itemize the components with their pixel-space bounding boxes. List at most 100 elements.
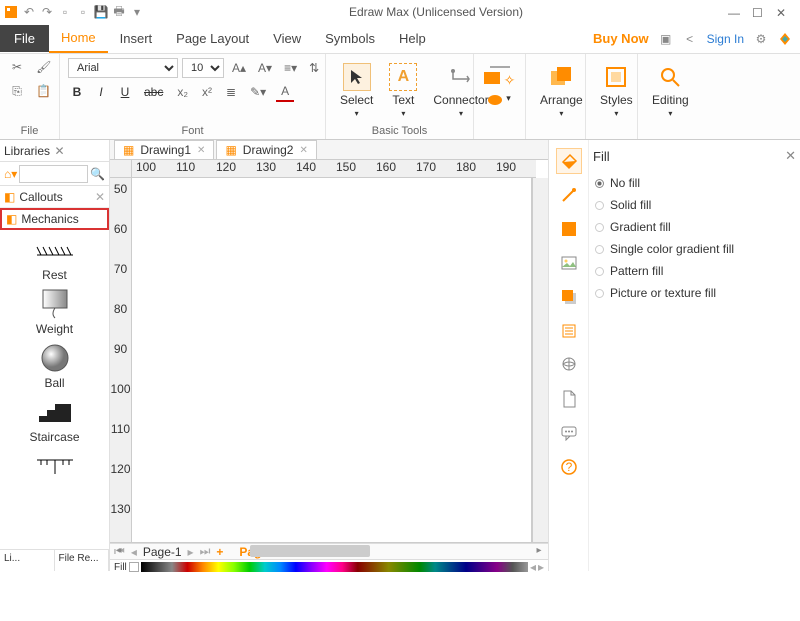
drawing-canvas[interactable] bbox=[132, 178, 532, 542]
collapse-ribbon-icon[interactable]: ▣ bbox=[659, 32, 673, 46]
image-tool-icon[interactable] bbox=[556, 250, 582, 276]
tab-help[interactable]: Help bbox=[387, 25, 438, 52]
paste-icon[interactable]: 📋 bbox=[32, 82, 55, 101]
line-spacing-icon[interactable]: ⇅ bbox=[305, 59, 323, 77]
page-nav-prev-icon[interactable]: ◂ bbox=[131, 545, 137, 559]
font-size-select[interactable]: 10 bbox=[182, 58, 224, 78]
vertical-scrollbar[interactable] bbox=[532, 178, 548, 542]
shape-preset-icon[interactable]: ✧ bbox=[504, 72, 516, 89]
globe-tool-icon[interactable] bbox=[556, 352, 582, 378]
no-color-icon[interactable] bbox=[129, 562, 139, 572]
strikethrough-button[interactable]: abc bbox=[140, 83, 167, 101]
doc-tab-1-close-icon[interactable]: ✕ bbox=[197, 145, 205, 156]
save-icon[interactable]: 💾 bbox=[94, 5, 108, 19]
buy-now-link[interactable]: Buy Now bbox=[593, 31, 649, 46]
shape-extra[interactable] bbox=[0, 452, 109, 480]
bold-button[interactable]: B bbox=[68, 83, 86, 101]
lib-bottom-tab-1[interactable]: Li... bbox=[0, 550, 55, 571]
underline-button[interactable]: U bbox=[116, 83, 134, 101]
styles-button[interactable]: Styles▾ bbox=[594, 61, 639, 120]
doc-tab-1[interactable]: ▦Drawing1✕ bbox=[114, 140, 214, 159]
rect-shape-icon[interactable] bbox=[484, 72, 500, 84]
open-icon[interactable]: ▫ bbox=[76, 5, 90, 19]
page-nav-last-icon[interactable]: ⏭ bbox=[200, 544, 211, 559]
page-nav-next-icon[interactable]: ▸ bbox=[188, 545, 194, 559]
libraries-close-icon[interactable]: ✕ bbox=[55, 144, 106, 158]
page-tool-icon[interactable] bbox=[556, 386, 582, 412]
select-tool-button[interactable]: Select▾ bbox=[334, 61, 379, 120]
shadow-tool-icon[interactable] bbox=[556, 284, 582, 310]
tab-page-layout[interactable]: Page Layout bbox=[164, 25, 261, 52]
shape-fill-icon[interactable] bbox=[556, 216, 582, 242]
library-category-mechanics[interactable]: ◧ Mechanics bbox=[0, 208, 109, 230]
colorbar-next-icon[interactable]: ▸ bbox=[538, 560, 544, 574]
font-color-icon[interactable]: A bbox=[276, 82, 294, 102]
fill-tool-icon[interactable] bbox=[556, 148, 582, 174]
page-tab[interactable]: Page-1 bbox=[143, 545, 182, 559]
fill-option-pattern[interactable]: Pattern fill bbox=[593, 260, 796, 282]
tab-home[interactable]: Home bbox=[49, 24, 108, 53]
color-palette-strip[interactable] bbox=[141, 562, 528, 572]
superscript-button[interactable]: x² bbox=[198, 83, 216, 101]
maximize-icon[interactable]: ☐ bbox=[752, 6, 764, 18]
horizontal-scrollbar[interactable]: ◂ ▸ bbox=[110, 542, 548, 543]
shape-weight[interactable]: Weight bbox=[0, 290, 109, 336]
align-dropdown-icon[interactable]: ≡▾ bbox=[280, 59, 301, 77]
shape-ball[interactable]: Ball bbox=[0, 344, 109, 390]
minimize-icon[interactable]: — bbox=[728, 6, 740, 18]
fill-panel-close-icon[interactable]: ✕ bbox=[785, 148, 796, 164]
tab-symbols[interactable]: Symbols bbox=[313, 25, 387, 52]
list-tool-icon[interactable] bbox=[556, 318, 582, 344]
line-shape-icon[interactable] bbox=[490, 66, 510, 68]
print-icon[interactable]: 🖶 bbox=[112, 5, 126, 19]
fill-option-no-fill[interactable]: No fill bbox=[593, 172, 796, 194]
app-secondary-icon[interactable] bbox=[778, 32, 792, 46]
tab-insert[interactable]: Insert bbox=[108, 25, 165, 52]
new-icon[interactable]: ▫ bbox=[58, 5, 72, 19]
fill-option-single-gradient[interactable]: Single color gradient fill bbox=[593, 238, 796, 260]
lib-bottom-tab-2[interactable]: File Re... bbox=[55, 550, 110, 571]
scroll-thumb[interactable] bbox=[250, 545, 370, 557]
doc-tab-2-close-icon[interactable]: ✕ bbox=[299, 145, 307, 156]
shrink-font-icon[interactable]: A▾ bbox=[254, 59, 276, 77]
subscript-button[interactable]: x₂ bbox=[173, 83, 192, 101]
scroll-left-icon[interactable]: ◂ bbox=[112, 545, 126, 557]
share-icon[interactable]: < bbox=[683, 32, 697, 46]
italic-button[interactable]: I bbox=[92, 83, 110, 101]
fill-option-solid[interactable]: Solid fill bbox=[593, 194, 796, 216]
fill-option-picture[interactable]: Picture or texture fill bbox=[593, 282, 796, 304]
highlight-icon[interactable]: ✎▾ bbox=[246, 83, 270, 101]
comment-tool-icon[interactable] bbox=[556, 420, 582, 446]
ellipse-shape-icon[interactable] bbox=[488, 93, 502, 107]
font-family-select[interactable]: Arial bbox=[68, 58, 178, 78]
line-tool-icon[interactable] bbox=[556, 182, 582, 208]
close-icon[interactable]: ✕ bbox=[776, 6, 788, 18]
editing-button[interactable]: Editing▾ bbox=[646, 61, 695, 120]
bullets-icon[interactable]: ≣ bbox=[222, 83, 240, 101]
library-search-input[interactable] bbox=[19, 165, 88, 183]
shape-rest[interactable]: Rest bbox=[0, 236, 109, 282]
library-home-icon[interactable]: ⌂▾ bbox=[4, 167, 17, 181]
fill-option-gradient[interactable]: Gradient fill bbox=[593, 216, 796, 238]
scroll-right-icon[interactable]: ▸ bbox=[532, 545, 546, 557]
arrange-button[interactable]: Arrange▾ bbox=[534, 61, 589, 120]
shape-staircase[interactable]: Staircase bbox=[0, 398, 109, 444]
format-painter-icon[interactable]: 🖌 bbox=[32, 58, 55, 76]
text-tool-button[interactable]: A Text▾ bbox=[383, 61, 423, 120]
library-category-callouts[interactable]: ◧ Callouts ✕ bbox=[0, 186, 109, 208]
category-close-icon[interactable]: ✕ bbox=[95, 190, 105, 204]
qat-more-icon[interactable]: ▾ bbox=[130, 5, 144, 19]
help-tool-icon[interactable]: ? bbox=[556, 454, 582, 480]
grow-font-icon[interactable]: A▴ bbox=[228, 59, 250, 77]
colorbar-prev-icon[interactable]: ◂ bbox=[530, 560, 536, 574]
add-page-icon[interactable]: + bbox=[216, 545, 223, 559]
tab-view[interactable]: View bbox=[261, 25, 313, 52]
search-icon[interactable]: 🔍 bbox=[90, 167, 105, 181]
copy-icon[interactable]: ⎘ bbox=[8, 82, 26, 101]
file-menu-button[interactable]: File bbox=[0, 25, 49, 52]
sign-in-link[interactable]: Sign In bbox=[707, 32, 744, 46]
doc-tab-2[interactable]: ▦Drawing2✕ bbox=[216, 140, 316, 159]
undo-icon[interactable]: ↶ bbox=[22, 5, 36, 19]
shape-more-icon[interactable]: ▾ bbox=[506, 93, 511, 107]
gear-icon[interactable]: ⚙ bbox=[754, 32, 768, 46]
